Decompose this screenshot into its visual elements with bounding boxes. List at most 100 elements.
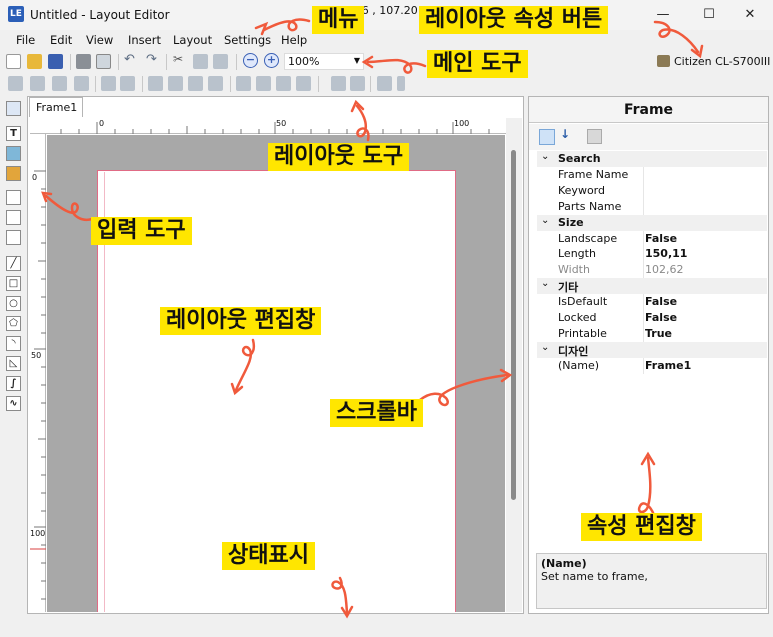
- property-divider: [643, 182, 644, 199]
- text-tool-icon[interactable]: T: [6, 126, 21, 141]
- distribute-horizontal-icon[interactable]: [208, 76, 223, 91]
- field-tool-icon[interactable]: [6, 230, 21, 245]
- property-category[interactable]: ⌄ Search: [537, 151, 767, 167]
- same-size-icon[interactable]: [331, 76, 346, 91]
- property-name: Locked: [558, 311, 597, 324]
- scrollbar-thumb[interactable]: [511, 150, 516, 500]
- barcode-tool-icon[interactable]: [6, 166, 21, 181]
- zoom-out-icon[interactable]: −: [243, 53, 258, 68]
- property-value[interactable]: False: [645, 311, 677, 324]
- line-tool-icon[interactable]: ╱: [6, 256, 21, 271]
- property-value[interactable]: Frame1: [645, 359, 691, 372]
- horizontal-ruler: 0 50 100: [30, 118, 520, 134]
- menu-file[interactable]: File: [16, 33, 35, 47]
- print-preview-icon[interactable]: [96, 54, 111, 69]
- align-top-icon[interactable]: [236, 76, 251, 91]
- lock-icon[interactable]: [377, 76, 392, 91]
- property-name: IsDefault: [558, 295, 608, 309]
- ellipse-tool-icon[interactable]: ○: [6, 296, 21, 311]
- paste-icon[interactable]: [213, 54, 228, 69]
- toolbar-separator: [236, 54, 237, 70]
- select-pointer-icon[interactable]: [6, 101, 21, 116]
- zoom-select[interactable]: 100% ▼: [284, 53, 364, 70]
- ruler-label: 100: [454, 119, 470, 128]
- send-backward-icon[interactable]: [74, 76, 89, 91]
- center-horizontal-icon[interactable]: [101, 76, 116, 91]
- main-toolbar: ↶ ↷ ✂ − + 100% ▼ Citizen CL-S700III: [0, 50, 773, 72]
- property-row[interactable]: Landscape False: [537, 230, 767, 247]
- property-category[interactable]: ⌄ Size: [537, 214, 767, 231]
- align-center-icon[interactable]: [168, 76, 183, 91]
- align-right-icon[interactable]: [188, 76, 203, 91]
- new-file-icon[interactable]: [6, 54, 21, 69]
- property-name: 기타: [558, 281, 579, 295]
- property-row[interactable]: Locked False: [537, 310, 767, 326]
- qrcode-tool-icon[interactable]: [6, 210, 21, 225]
- annotation-input-tools: 입력 도구: [91, 217, 192, 245]
- property-divider: [643, 357, 644, 374]
- collapse-chevron-icon[interactable]: ⌄: [541, 151, 549, 162]
- property-value[interactable]: True: [645, 327, 672, 340]
- arc-tool-icon[interactable]: ◝: [6, 336, 21, 351]
- property-value[interactable]: 102,62: [645, 263, 684, 276]
- bring-front-icon[interactable]: [8, 76, 23, 91]
- property-row[interactable]: Length 150,11: [537, 246, 767, 263]
- sort-alpha-icon[interactable]: ↓: [560, 127, 570, 141]
- property-category[interactable]: ⌄ 디자인: [537, 341, 767, 358]
- property-name: Width: [558, 263, 590, 277]
- menu-view[interactable]: View: [86, 33, 113, 47]
- freeform-tool-icon[interactable]: ∿: [6, 396, 21, 411]
- align-left-icon[interactable]: [148, 76, 163, 91]
- ruler-label: 100: [30, 529, 46, 538]
- tab-frame1[interactable]: Frame1: [29, 97, 83, 117]
- property-row[interactable]: Keyword: [537, 182, 767, 199]
- rectangle-tool-icon[interactable]: □: [6, 276, 21, 291]
- collapse-chevron-icon[interactable]: ⌄: [541, 215, 549, 226]
- property-pages-icon[interactable]: [587, 129, 602, 144]
- undo-icon[interactable]: ↶: [124, 52, 135, 67]
- cut-icon[interactable]: ✂: [173, 52, 183, 66]
- menu-edit[interactable]: Edit: [50, 33, 72, 47]
- property-value[interactable]: False: [645, 232, 677, 245]
- bring-forward-icon[interactable]: [52, 76, 67, 91]
- print-icon[interactable]: [76, 54, 91, 69]
- property-category[interactable]: ⌄ 기타: [537, 278, 767, 295]
- annotation-main-tools: 메인 도구: [427, 50, 528, 78]
- menu-layout[interactable]: Layout: [173, 33, 212, 47]
- zoom-in-icon[interactable]: +: [264, 53, 279, 68]
- collapse-chevron-icon[interactable]: ⌄: [541, 278, 549, 289]
- property-row[interactable]: Width 102,62: [537, 262, 767, 279]
- curve-tool-icon[interactable]: ∫: [6, 376, 21, 391]
- property-name: 디자인: [558, 344, 589, 358]
- printer-name[interactable]: Citizen CL-S700III: [674, 55, 770, 68]
- property-row[interactable]: Parts Name: [537, 198, 767, 215]
- property-row[interactable]: Printable True: [537, 325, 767, 342]
- menu-insert[interactable]: Insert: [128, 33, 161, 47]
- printer-icon[interactable]: [657, 55, 670, 67]
- center-vertical-icon[interactable]: [120, 76, 135, 91]
- pin-icon[interactable]: [397, 76, 405, 91]
- distribute-vertical-icon[interactable]: [296, 76, 311, 91]
- property-toolbar: ↓: [529, 124, 768, 150]
- polygon-tool-icon[interactable]: ⬠: [6, 316, 21, 331]
- send-back-icon[interactable]: [30, 76, 45, 91]
- counter-tool-icon[interactable]: [6, 190, 21, 205]
- property-row[interactable]: Frame Name: [537, 166, 767, 183]
- menu-help[interactable]: Help: [281, 33, 307, 47]
- collapse-chevron-icon[interactable]: ⌄: [541, 342, 549, 353]
- property-value[interactable]: 150,11: [645, 247, 687, 260]
- open-folder-icon[interactable]: [27, 54, 42, 69]
- copy-icon[interactable]: [193, 54, 208, 69]
- property-row[interactable]: (Name) Frame1: [537, 357, 767, 374]
- property-value[interactable]: False: [645, 295, 677, 308]
- save-icon[interactable]: [48, 54, 63, 69]
- categorized-icon[interactable]: [539, 129, 555, 145]
- align-middle-icon[interactable]: [256, 76, 271, 91]
- align-bottom-icon[interactable]: [276, 76, 291, 91]
- triangle-tool-icon[interactable]: ◺: [6, 356, 21, 371]
- property-row[interactable]: IsDefault False: [537, 294, 767, 311]
- menu-settings[interactable]: Settings: [224, 33, 271, 47]
- same-width-icon[interactable]: [350, 76, 365, 91]
- image-tool-icon[interactable]: [6, 146, 21, 161]
- redo-icon[interactable]: ↷: [146, 52, 157, 67]
